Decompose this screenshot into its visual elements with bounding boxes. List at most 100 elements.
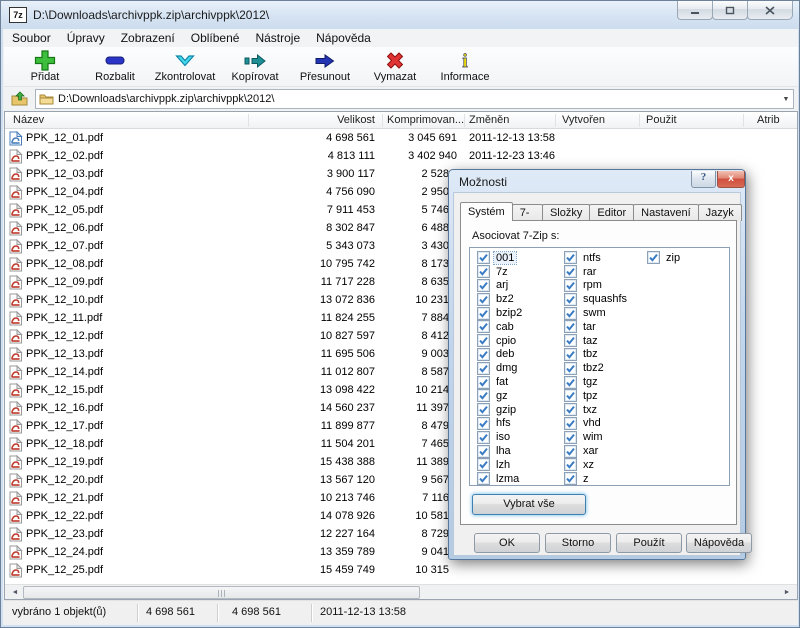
extension-checkbox-iso[interactable]: iso bbox=[477, 430, 524, 444]
extension-checkbox-tgz[interactable]: tgz bbox=[564, 375, 629, 389]
extension-checkbox-vhd[interactable]: vhd bbox=[564, 417, 629, 431]
file-row[interactable]: PPK_12_25.pdf15 459 74910 315 bbox=[5, 562, 797, 580]
menu-zobrazeni[interactable]: Zobrazení bbox=[113, 29, 183, 47]
extension-checkbox-cab[interactable]: cab bbox=[477, 320, 524, 334]
column-header-zmenen[interactable]: Změněn bbox=[469, 114, 509, 126]
extension-checkbox-arj[interactable]: arj bbox=[477, 279, 524, 293]
scroll-left-arrow-icon[interactable]: ◄ bbox=[7, 586, 23, 599]
extension-checkbox-squashfs[interactable]: squashfs bbox=[564, 292, 629, 306]
column-header-pouzit[interactable]: Použit bbox=[646, 114, 677, 126]
info-button[interactable]: iInformace bbox=[430, 47, 500, 85]
file-compressed-size: 8 587 bbox=[342, 366, 449, 378]
scrollbar-thumb[interactable] bbox=[23, 586, 420, 599]
column-header-vytvoren[interactable]: Vytvořen bbox=[562, 114, 605, 126]
extension-checkbox-gz[interactable]: gz bbox=[477, 389, 524, 403]
extension-label: fat bbox=[494, 376, 510, 388]
add-button[interactable]: Přidat bbox=[10, 47, 80, 85]
associate-label: Asociovat 7-Zip s: bbox=[472, 230, 559, 242]
extension-checkbox-rar[interactable]: rar bbox=[564, 265, 629, 279]
apply-button[interactable]: Použít bbox=[616, 533, 682, 553]
checkbox-checked-icon bbox=[477, 279, 490, 292]
file-row[interactable]: PPK_12_01.pdf4 698 5613 045 6912011-12-1… bbox=[5, 130, 797, 148]
extension-label: txz bbox=[581, 404, 599, 416]
checkbox-checked-icon bbox=[477, 403, 490, 416]
test-button[interactable]: Zkontrolovat bbox=[150, 47, 220, 85]
dialog-help-icon[interactable]: ? bbox=[691, 171, 716, 188]
ok-button[interactable]: OK bbox=[474, 533, 540, 553]
extension-checkbox-swm[interactable]: swm bbox=[564, 306, 629, 320]
extension-checkbox-gzip[interactable]: gzip bbox=[477, 403, 524, 417]
tab-jazyk[interactable]: Jazyk bbox=[698, 204, 742, 221]
column-header-komprimovana[interactable]: Komprimovan... bbox=[387, 114, 464, 126]
extension-checkbox-lha[interactable]: lha bbox=[477, 444, 524, 458]
extension-checkbox-001[interactable]: 001 bbox=[477, 251, 524, 265]
extension-checkbox-lzma[interactable]: lzma bbox=[477, 472, 524, 486]
delete-button[interactable]: Vymazat bbox=[360, 47, 430, 85]
file-name: PPK_12_09.pdf bbox=[26, 276, 103, 288]
checkbox-checked-icon bbox=[477, 293, 490, 306]
tab-editor[interactable]: Editor bbox=[589, 204, 634, 221]
up-one-level-button[interactable] bbox=[7, 89, 33, 109]
menu-upravy[interactable]: Úpravy bbox=[59, 29, 113, 47]
extension-checkbox-fat[interactable]: fat bbox=[477, 375, 524, 389]
horizontal-scrollbar[interactable]: ◄ ► bbox=[5, 584, 797, 599]
file-name: PPK_12_14.pdf bbox=[26, 366, 103, 378]
minimize-button[interactable] bbox=[677, 1, 713, 20]
extension-checkbox-tbz2[interactable]: tbz2 bbox=[564, 361, 629, 375]
extension-checkbox-dmg[interactable]: dmg bbox=[477, 361, 524, 375]
close-button[interactable] bbox=[747, 1, 793, 20]
scroll-right-arrow-icon[interactable]: ► bbox=[779, 586, 795, 599]
extension-checkbox-txz[interactable]: txz bbox=[564, 403, 629, 417]
menu-soubor[interactable]: Soubor bbox=[4, 29, 59, 47]
extension-checkbox-bz2[interactable]: bz2 bbox=[477, 292, 524, 306]
tab-slozky[interactable]: Složky bbox=[542, 204, 590, 221]
extension-checkbox-wim[interactable]: wim bbox=[564, 430, 629, 444]
dialog-client: Systém7-ZipSložkyEditorNastaveníJazyk As… bbox=[453, 192, 741, 556]
extension-checkbox-deb[interactable]: deb bbox=[477, 348, 524, 362]
menu-nastroje[interactable]: Nástroje bbox=[247, 29, 308, 47]
menu-napoveda[interactable]: Nápověda bbox=[308, 29, 379, 47]
extension-checkbox-hfs[interactable]: hfs bbox=[477, 417, 524, 431]
extension-checkbox-lzh[interactable]: lzh bbox=[477, 458, 524, 472]
toolbar-button-label: Zkontrolovat bbox=[155, 71, 216, 83]
app-icon-7zip: 7z bbox=[9, 7, 27, 23]
extension-checkbox-bzip2[interactable]: bzip2 bbox=[477, 306, 524, 320]
pdf-file-icon bbox=[9, 563, 23, 578]
extension-checkbox-xz[interactable]: xz bbox=[564, 458, 629, 472]
move-button[interactable]: Přesunout bbox=[290, 47, 360, 85]
extension-label: taz bbox=[581, 335, 600, 347]
select-all-button[interactable]: Vybrat vše bbox=[472, 494, 586, 515]
extension-checkbox-tbz[interactable]: tbz bbox=[564, 348, 629, 362]
checkbox-checked-icon bbox=[477, 307, 490, 320]
extension-checkbox-cpio[interactable]: cpio bbox=[477, 334, 524, 348]
extension-checkbox-7z[interactable]: 7z bbox=[477, 265, 524, 279]
extension-checkbox-zip[interactable]: zip bbox=[647, 251, 682, 265]
extension-checkbox-z[interactable]: z bbox=[564, 472, 629, 486]
file-compressed-size: 8 479 bbox=[342, 420, 449, 432]
checkbox-checked-icon bbox=[477, 445, 490, 458]
copy-button[interactable]: Kopírovat bbox=[220, 47, 290, 85]
tab-7zip[interactable]: 7-Zip bbox=[512, 204, 543, 221]
extract-button[interactable]: Rozbalit bbox=[80, 47, 150, 85]
extension-checkbox-tpz[interactable]: tpz bbox=[564, 389, 629, 403]
extension-label: xar bbox=[581, 445, 600, 457]
dialog-close-icon[interactable]: x bbox=[717, 171, 745, 188]
cancel-button[interactable]: Storno bbox=[545, 533, 611, 553]
maximize-button[interactable] bbox=[712, 1, 748, 20]
extension-checkbox-tar[interactable]: tar bbox=[564, 320, 629, 334]
address-input[interactable]: D:\Downloads\archivppk.zip\archivppk\201… bbox=[35, 89, 794, 109]
tab-system[interactable]: Systém bbox=[460, 202, 513, 221]
extension-checkbox-rpm[interactable]: rpm bbox=[564, 279, 629, 293]
file-compressed-size: 3 045 691 bbox=[342, 132, 457, 144]
extension-checkbox-taz[interactable]: taz bbox=[564, 334, 629, 348]
tab-nastaveni[interactable]: Nastavení bbox=[633, 204, 699, 221]
extension-checkbox-xar[interactable]: xar bbox=[564, 444, 629, 458]
extension-checkbox-ntfs[interactable]: ntfs bbox=[564, 251, 629, 265]
column-header-nazev[interactable]: Název bbox=[13, 114, 44, 126]
address-dropdown-arrow[interactable]: ▼ bbox=[779, 96, 793, 103]
menu-oblibene[interactable]: Oblíbené bbox=[183, 29, 248, 47]
file-row[interactable]: PPK_12_02.pdf4 813 1113 402 9402011-12-2… bbox=[5, 148, 797, 166]
help-button[interactable]: Nápověda bbox=[686, 533, 752, 553]
column-header-atrib[interactable]: Atrib bbox=[757, 114, 780, 126]
column-header-velikost[interactable]: Velikost bbox=[252, 114, 375, 126]
